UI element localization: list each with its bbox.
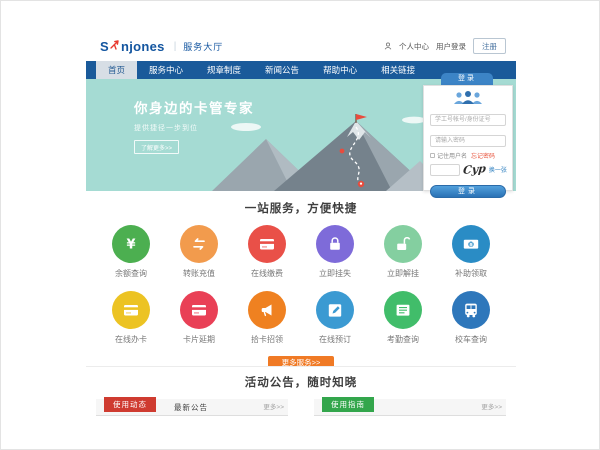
card-icon — [112, 291, 150, 329]
service-label: 卡片延期 — [183, 334, 215, 345]
service-label: 在线预订 — [319, 334, 351, 345]
yen-icon: ¥ — [112, 225, 150, 263]
login-card: 记住用户名 忘记密码 Cyp 换一张 登录 — [423, 85, 513, 191]
panel-ribbon-tab[interactable]: 使用指南 — [322, 397, 374, 412]
service-label: 考勤查询 — [387, 334, 419, 345]
service-item-7[interactable]: 卡片延期 — [165, 291, 233, 345]
service-label: 补助领取 — [455, 268, 487, 279]
service-label: 转账充值 — [183, 268, 215, 279]
login-submit-button[interactable]: 登录 — [430, 185, 506, 198]
service-item-8[interactable]: 拾卡招领 — [233, 291, 301, 345]
logo-arrow-icon — [110, 37, 120, 55]
logo-text-end: njones — [121, 39, 165, 54]
service-label: 校车查询 — [455, 334, 487, 345]
service-item-6[interactable]: 在线办卡 — [97, 291, 165, 345]
announcement-panel-1: 使用指南 更多>> — [314, 399, 506, 416]
users-icon — [430, 90, 506, 105]
announcements-title: 活动公告，随时知晓 — [86, 374, 516, 390]
panel-header: 使用动态 最新公告 更多>> — [96, 399, 288, 416]
nav-item-4[interactable]: 帮助中心 — [311, 61, 369, 79]
login-tab[interactable]: 登录 — [441, 73, 493, 85]
captcha-row: Cyp 换一张 — [430, 163, 506, 176]
service-item-5[interactable]: ¥ 补助领取 — [437, 225, 505, 279]
unlock-icon — [384, 225, 422, 263]
banner-cta-button[interactable]: 了解更多>> — [134, 140, 179, 154]
password-input[interactable] — [430, 135, 506, 147]
announcement-panels: 使用动态 最新公告 更多>> 使用指南 更多>> — [96, 399, 506, 416]
captcha-input[interactable] — [430, 164, 460, 176]
logo-text-start: S — [100, 39, 109, 54]
nav-item-0[interactable]: 首页 — [96, 61, 137, 79]
list-icon — [384, 291, 422, 329]
service-item-2[interactable]: 在线缴费 — [233, 225, 301, 279]
personal-center-link[interactable]: 个人中心 — [399, 41, 429, 52]
nav-item-2[interactable]: 规章制度 — [195, 61, 253, 79]
services-title: 一站服务，方便快捷 — [86, 200, 516, 216]
remember-label: 记住用户名 — [437, 151, 467, 160]
announcements-section: 活动公告，随时知晓 使用动态 最新公告 更多>> 使用指南 更多>> — [86, 366, 516, 413]
login-panel: 登录 记住用户名 忘记密码 Cyp — [423, 73, 513, 191]
nav-item-5[interactable]: 相关链接 — [369, 61, 427, 79]
forgot-password-link[interactable]: 忘记密码 — [471, 151, 495, 160]
service-label: 立即挂失 — [319, 268, 351, 279]
nav-item-3[interactable]: 新闻公告 — [253, 61, 311, 79]
webpage: S njones | 服务大厅 个人中心 用户登录 注册 首页服务中心规章制度新… — [86, 31, 516, 413]
logo-suffix: 服务大厅 — [183, 40, 223, 53]
panel-more-link[interactable]: 更多>> — [481, 399, 502, 416]
announcement-panel-0: 使用动态 最新公告 更多>> — [96, 399, 288, 416]
service-item-9[interactable]: 在线预订 — [301, 291, 369, 345]
remember-row: 记住用户名 忘记密码 — [430, 151, 506, 160]
services-section: 一站服务，方便快捷 ¥ 余额查询 转账充值 在线缴费 立即挂失 立即解挂 ¥ 补助领取在线办卡… — [86, 191, 516, 366]
user-icon — [384, 37, 392, 55]
captcha-image: Cyp — [462, 162, 486, 177]
site-logo[interactable]: S njones | 服务大厅 — [100, 37, 223, 55]
service-item-4[interactable]: 立即解挂 — [369, 225, 437, 279]
banner-title: 你身边的卡管专家 — [134, 97, 254, 117]
panel-secondary-tab[interactable]: 最新公告 — [174, 399, 208, 416]
register-button[interactable]: 注册 — [473, 38, 506, 54]
header-user-area: 个人中心 用户登录 注册 — [384, 37, 506, 55]
banner-copy: 你身边的卡管专家 提供捷径一步到位 了解更多>> — [134, 97, 254, 155]
service-item-1[interactable]: 转账充值 — [165, 225, 233, 279]
panel-header: 使用指南 更多>> — [314, 399, 506, 416]
banner-subtitle: 提供捷径一步到位 — [134, 123, 254, 133]
screenshot-frame: S njones | 服务大厅 个人中心 用户登录 注册 首页服务中心规章制度新… — [0, 0, 600, 450]
svg-text:¥: ¥ — [469, 242, 473, 248]
user-login-link[interactable]: 用户登录 — [436, 41, 466, 52]
edit-icon — [316, 291, 354, 329]
service-label: 在线办卡 — [115, 334, 147, 345]
panel-more-link[interactable]: 更多>> — [263, 399, 284, 416]
captcha-refresh-link[interactable]: 换一张 — [489, 165, 507, 174]
service-label: 在线缴费 — [251, 268, 283, 279]
service-label: 立即解挂 — [387, 268, 419, 279]
service-item-10[interactable]: 考勤查询 — [369, 291, 437, 345]
services-grid: ¥ 余额查询 转账充值 在线缴费 立即挂失 立即解挂 ¥ 补助领取在线办卡 卡片延期 拾卡招领 在线… — [97, 225, 505, 345]
service-item-11[interactable]: 校车查询 — [437, 291, 505, 345]
remember-checkbox[interactable] — [430, 153, 435, 158]
service-label: 拾卡招领 — [251, 334, 283, 345]
banknote-icon: ¥ — [452, 225, 490, 263]
username-input[interactable] — [430, 114, 506, 126]
logo-divider: | — [174, 41, 177, 52]
card-icon — [180, 291, 218, 329]
transfer-icon — [180, 225, 218, 263]
bus-icon — [452, 291, 490, 329]
card-icon — [248, 225, 286, 263]
lock-icon — [316, 225, 354, 263]
service-item-3[interactable]: 立即挂失 — [301, 225, 369, 279]
svg-text:¥: ¥ — [126, 238, 135, 253]
nav-item-1[interactable]: 服务中心 — [137, 61, 195, 79]
service-label: 余额查询 — [115, 268, 147, 279]
megaphone-icon — [248, 291, 286, 329]
panel-ribbon-tab[interactable]: 使用动态 — [104, 397, 156, 412]
service-item-0[interactable]: ¥ 余额查询 — [97, 225, 165, 279]
site-header: S njones | 服务大厅 个人中心 用户登录 注册 — [86, 31, 516, 61]
